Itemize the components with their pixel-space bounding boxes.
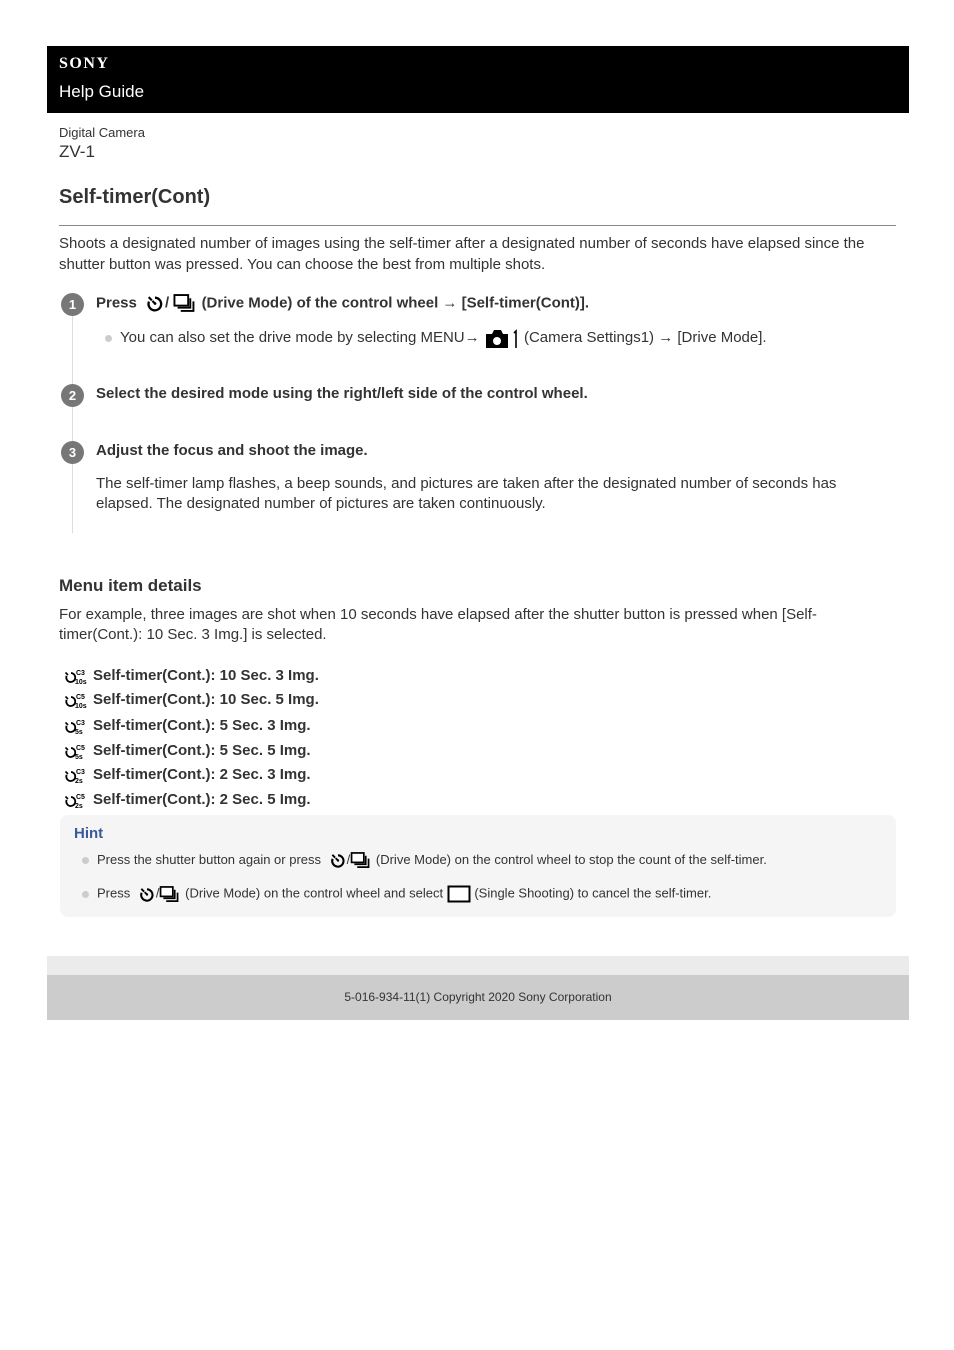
step-2-text: Select the desired mode using the right/… bbox=[96, 385, 588, 402]
bullet-dot bbox=[82, 857, 89, 865]
menu-item: C5 5s Self-timer(Cont.): 5 Sec. 5 Img. bbox=[63, 742, 311, 760]
single-shooting-icon bbox=[447, 885, 471, 903]
self-timer-cont-icon: C35s bbox=[64, 720, 85, 735]
step-number-badge: 1 bbox=[61, 293, 84, 316]
menu-item: C3 5s Self-timer(Cont.): 5 Sec. 3 Img. bbox=[63, 717, 311, 735]
svg-text:C3: C3 bbox=[76, 720, 85, 727]
self-timer-cont-icon: C32s bbox=[64, 769, 85, 784]
svg-text:C3: C3 bbox=[76, 769, 85, 776]
svg-text:2s: 2s bbox=[75, 778, 83, 784]
self-timer-cont-icon: C55s bbox=[64, 745, 85, 760]
svg-text:C5: C5 bbox=[76, 745, 85, 752]
bullet-dot bbox=[82, 890, 89, 898]
svg-text:5s: 5s bbox=[75, 754, 83, 760]
sub-post-text: (Camera Settings1) → [Drive Mode]. bbox=[523, 328, 767, 346]
intro-paragraph: Shoots a designated number of images usi… bbox=[59, 235, 865, 273]
sub-pre-text: You can also set the drive mode by selec… bbox=[120, 328, 480, 346]
sony-logo: SONY bbox=[59, 55, 110, 72]
svg-text:C5: C5 bbox=[76, 694, 85, 701]
self-timer-icon bbox=[138, 886, 156, 903]
step-1-post: (Drive Mode) of the control wheel → [Sel… bbox=[201, 294, 590, 312]
self-timer-icon bbox=[329, 852, 347, 869]
menu-item-label: Self-timer(Cont.): 2 Sec. 3 Img. bbox=[93, 766, 311, 783]
product-model: ZV-1 bbox=[59, 142, 95, 161]
step-3-body: The self-timer lamp flashes, a beep soun… bbox=[96, 475, 837, 512]
svg-text:10s: 10s bbox=[75, 679, 87, 685]
menu-item: C5 2s Self-timer(Cont.): 2 Sec. 5 Img. bbox=[63, 791, 311, 809]
slash: / bbox=[165, 294, 170, 312]
continuous-shooting-icon bbox=[173, 294, 197, 313]
hint-text: (Drive Mode) on the control wheel and se… bbox=[185, 885, 444, 901]
continuous-shooting-icon bbox=[159, 886, 181, 903]
bullet-dot bbox=[105, 334, 112, 342]
help-guide-title: Help Guide bbox=[59, 82, 145, 101]
step-number-badge: 2 bbox=[61, 384, 84, 407]
svg-text:10s: 10s bbox=[75, 703, 87, 709]
step-3-text: Adjust the focus and shoot the image. bbox=[96, 442, 368, 459]
svg-text:C3: C3 bbox=[76, 670, 85, 677]
hint-text: Press bbox=[97, 885, 131, 901]
menu-item-label: Self-timer(Cont.): 2 Sec. 5 Img. bbox=[93, 791, 311, 808]
svg-text:5s: 5s bbox=[75, 729, 83, 735]
footer-band bbox=[47, 956, 909, 975]
camera-settings1-icon bbox=[485, 329, 517, 348]
page-title: Self-timer(Cont) bbox=[59, 186, 211, 208]
menu-item-label: Self-timer(Cont.): 5 Sec. 5 Img. bbox=[93, 742, 311, 759]
site-header: SONY Help Guide bbox=[47, 46, 909, 113]
menu-item-label: Self-timer(Cont.): 5 Sec. 3 Img. bbox=[93, 717, 311, 734]
footer: 5-016-934-11(1) Copyright 2020 Sony Corp… bbox=[47, 975, 909, 1020]
self-timer-cont-icon: C310s bbox=[64, 670, 87, 685]
hint-item: Press / (Drive Mode) on the control whee… bbox=[82, 885, 711, 903]
continuous-shooting-icon bbox=[350, 852, 372, 869]
menu-item: C3 10s Self-timer(Cont.): 10 Sec. 3 Img. bbox=[63, 667, 319, 685]
title-divider bbox=[59, 225, 896, 226]
hint-text: (Drive Mode) on the control wheel to sto… bbox=[375, 852, 767, 867]
step-1-pre: Press bbox=[96, 294, 137, 312]
step-1-sub-bullet: You can also set the drive mode by selec… bbox=[105, 327, 767, 349]
menu-item-label: Self-timer(Cont.): 10 Sec. 3 Img. bbox=[93, 667, 319, 684]
steps-connector-line bbox=[72, 305, 73, 533]
hint-title: Hint bbox=[74, 825, 104, 842]
menu-details-description: For example, three images are shot when … bbox=[59, 606, 817, 643]
hint-text: Press the shutter button again or press bbox=[97, 852, 322, 867]
self-timer-icon bbox=[145, 294, 165, 313]
menu-item: C5 10s Self-timer(Cont.): 10 Sec. 5 Img. bbox=[63, 691, 319, 709]
hint-text: (Single Shooting) to cancel the self-tim… bbox=[474, 885, 712, 901]
menu-details-heading: Menu item details bbox=[59, 576, 202, 595]
self-timer-cont-icon: C52s bbox=[64, 794, 85, 809]
svg-text:C5: C5 bbox=[76, 794, 85, 801]
svg-text:2s: 2s bbox=[75, 803, 83, 809]
self-timer-cont-icon: C510s bbox=[64, 694, 87, 709]
step-number-badge: 3 bbox=[61, 441, 84, 464]
menu-item-label: Self-timer(Cont.): 10 Sec. 5 Img. bbox=[93, 691, 319, 708]
menu-item: C3 2s Self-timer(Cont.): 2 Sec. 3 Img. bbox=[63, 766, 311, 784]
hint-item: Press the shutter button again or press … bbox=[82, 852, 767, 869]
step-1-text: Press / (Drive Mode) of the control whee… bbox=[96, 294, 589, 313]
hint-box: Hint Press the shutter button again or p… bbox=[60, 815, 896, 917]
product-type: Digital Camera bbox=[59, 125, 145, 140]
copyright-text: 5-016-934-11(1) Copyright 2020 Sony Corp… bbox=[344, 990, 612, 1004]
